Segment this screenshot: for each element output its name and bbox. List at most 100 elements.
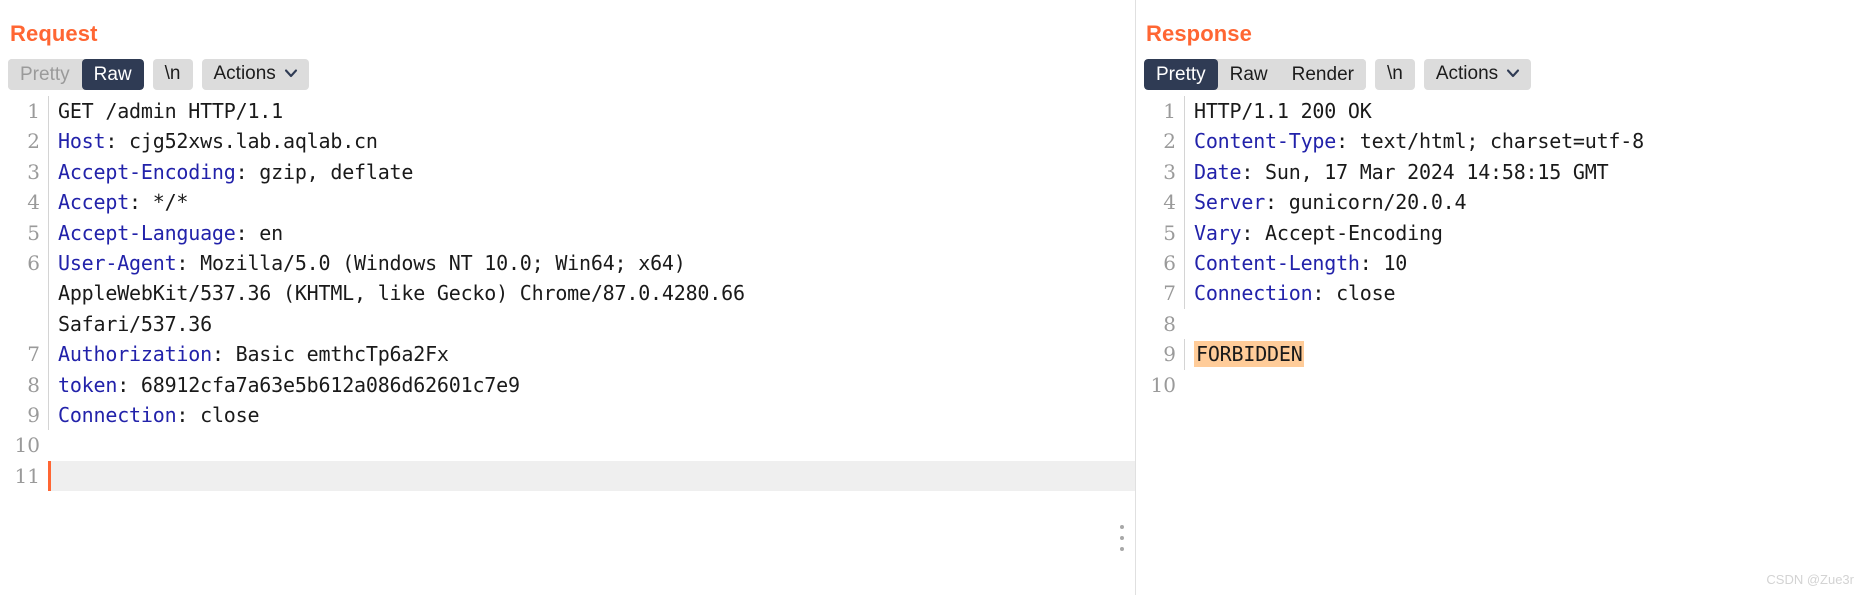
panel-resize-grip-icon[interactable] — [1119, 525, 1125, 551]
code-value: GET /admin HTTP/1.1 — [58, 99, 283, 123]
code-value: : Basic emthcTp6a2Fx — [211, 342, 449, 367]
code-value: : close — [1312, 281, 1396, 306]
code-value: : gunicorn/20.0.4 — [1265, 190, 1467, 215]
code-line[interactable]: GET /admin HTTP/1.1 — [48, 96, 1135, 127]
request-toolbar: Pretty Raw \n Actions — [0, 48, 1135, 90]
line-number: 9 — [27, 403, 40, 428]
request-newline-toggle[interactable]: \n — [152, 58, 193, 90]
line-number: 3 — [1163, 159, 1176, 184]
request-tab-pretty[interactable]: Pretty — [8, 58, 82, 90]
code-line[interactable]: Date: Sun, 17 Mar 2024 14:58:15 GMT — [1184, 156, 1866, 188]
line-number: 5 — [1163, 220, 1176, 245]
code-value: : en — [235, 220, 284, 245]
code-value: : gzip, deflate — [235, 159, 414, 184]
code-value: : 10 — [1359, 251, 1408, 276]
code-header: Host — [58, 129, 106, 154]
editor-caret-line[interactable] — [48, 460, 1135, 492]
response-tab-pretty[interactable]: Pretty — [1144, 58, 1218, 90]
line-number: 2 — [27, 129, 40, 154]
code-header: Content-Type — [1194, 129, 1337, 154]
code-line[interactable]: Authorization: Basic emthcTp6a2Fx — [48, 339, 1135, 370]
code-header: Accept-Encoding — [58, 159, 236, 184]
code-row: 4 Server: gunicorn/20.0.4 — [1136, 187, 1866, 218]
code-row: 5 Accept-Language: en — [0, 217, 1135, 249]
line-number: 1 — [1163, 99, 1176, 123]
line-number: 10 — [14, 433, 40, 458]
code-line[interactable]: FORBIDDEN — [1184, 339, 1866, 370]
search-match-highlight: FORBIDDEN — [1194, 341, 1304, 368]
code-row: 4 Accept: */* — [0, 187, 1135, 218]
response-actions-label: Actions — [1435, 63, 1499, 84]
line-number: 7 — [27, 342, 40, 367]
response-tab-render[interactable]: Render — [1279, 58, 1366, 90]
code-header: Server — [1194, 190, 1266, 215]
code-row: 9 FORBIDDEN — [1136, 339, 1866, 370]
code-line[interactable]: Vary: Accept-Encoding — [1184, 217, 1866, 249]
code-header: Accept-Language — [58, 220, 236, 245]
request-actions-button[interactable]: Actions — [201, 58, 309, 90]
code-line[interactable]: User-Agent: Mozilla/5.0 (Windows NT 10.0… — [48, 248, 1135, 279]
code-value: : 68912cfa7a63e5b612a086d62601c7e9 — [117, 372, 520, 397]
code-line[interactable]: Content-Length: 10 — [1184, 248, 1866, 279]
code-value: : close — [176, 403, 260, 428]
code-line[interactable]: Content-Type: text/html; charset=utf-8 — [1184, 126, 1866, 157]
request-view-mode-group[interactable]: Pretty Raw — [8, 58, 144, 90]
code-header: Authorization — [58, 342, 212, 367]
code-value: : cjg52xws.lab.aqlab.cn — [105, 129, 378, 154]
line-number: 11 — [14, 463, 40, 488]
request-panel: Request Pretty Raw \n Actions 1 GET /adm… — [0, 0, 1135, 595]
code-row: 9 Connection: close — [0, 400, 1135, 431]
code-line[interactable]: token: 68912cfa7a63e5b612a086d62601c7e9 — [48, 369, 1135, 401]
request-tab-raw[interactable]: Raw — [81, 58, 144, 90]
line-number: 6 — [27, 251, 40, 276]
line-number: 4 — [27, 190, 40, 215]
code-value: : */* — [129, 190, 189, 215]
code-row: 10 — [1136, 370, 1866, 400]
code-row: 3 Accept-Encoding: gzip, deflate — [0, 156, 1135, 188]
code-value: : text/html; charset=utf-8 — [1336, 129, 1644, 154]
line-number: 8 — [1163, 311, 1176, 336]
code-header: Connection — [1194, 281, 1313, 306]
code-header: Vary — [1194, 220, 1242, 245]
code-line[interactable]: HTTP/1.1 200 OK — [1184, 96, 1866, 127]
line-number: 7 — [1163, 281, 1176, 306]
burp-message-editor: Request Pretty Raw \n Actions 1 GET /adm… — [0, 0, 1866, 595]
code-header: Accept — [58, 190, 130, 215]
code-value: : Mozilla/5.0 (Windows NT 10.0; Win64; x… — [176, 251, 686, 276]
code-row: 6 Content-Length: 10 — [1136, 248, 1866, 279]
response-tab-raw[interactable]: Raw — [1217, 58, 1280, 90]
response-toolbar: Pretty Raw Render \n Actions — [1136, 48, 1866, 90]
code-line[interactable]: Accept: */* — [48, 187, 1135, 218]
watermark: CSDN @Zue3r — [1766, 572, 1854, 587]
code-line[interactable]: Host: cjg52xws.lab.aqlab.cn — [48, 126, 1135, 157]
code-header: Date — [1194, 159, 1242, 184]
response-view-mode-group[interactable]: Pretty Raw Render — [1144, 58, 1366, 90]
code-line-wrapped[interactable]: Safari/537.36 — [48, 308, 1135, 340]
code-row: 8 — [1136, 309, 1866, 339]
response-actions-button[interactable]: Actions — [1423, 58, 1532, 90]
code-header: User-Agent — [58, 251, 177, 276]
line-number: 4 — [1163, 190, 1176, 215]
code-value: : Accept-Encoding — [1241, 220, 1443, 245]
request-panel-title: Request — [10, 21, 98, 46]
response-panel: Response Pretty Raw Render \n Actions 1 … — [1135, 0, 1866, 595]
line-number: 10 — [1150, 372, 1176, 397]
code-header: Connection — [58, 403, 177, 428]
code-row: 7 Connection: close — [1136, 278, 1866, 309]
response-editor[interactable]: 1 HTTP/1.1 200 OK 2 Content-Type: text/h… — [1136, 96, 1866, 400]
code-line-wrapped[interactable]: AppleWebKit/537.36 (KHTML, like Gecko) C… — [48, 278, 1135, 309]
response-newline-toggle[interactable]: \n — [1374, 58, 1415, 90]
code-line[interactable]: Accept-Language: en — [48, 217, 1135, 249]
line-number: 8 — [27, 372, 40, 397]
line-number: 6 — [1163, 251, 1176, 276]
request-editor[interactable]: 1 GET /admin HTTP/1.1 2 Host: cjg52xws.l… — [0, 96, 1135, 492]
code-row: 7 Authorization: Basic emthcTp6a2Fx — [0, 339, 1135, 370]
code-line[interactable]: Connection: close — [1184, 278, 1866, 309]
code-row: 6 User-Agent: Mozilla/5.0 (Windows NT 10… — [0, 248, 1135, 279]
code-line[interactable]: Accept-Encoding: gzip, deflate — [48, 156, 1135, 188]
line-number: 9 — [1163, 342, 1176, 367]
code-row-active: 11 — [0, 460, 1135, 492]
code-line[interactable]: Connection: close — [48, 400, 1135, 431]
code-line[interactable]: Server: gunicorn/20.0.4 — [1184, 187, 1866, 218]
code-value: : Sun, 17 Mar 2024 14:58:15 GMT — [1241, 159, 1609, 184]
